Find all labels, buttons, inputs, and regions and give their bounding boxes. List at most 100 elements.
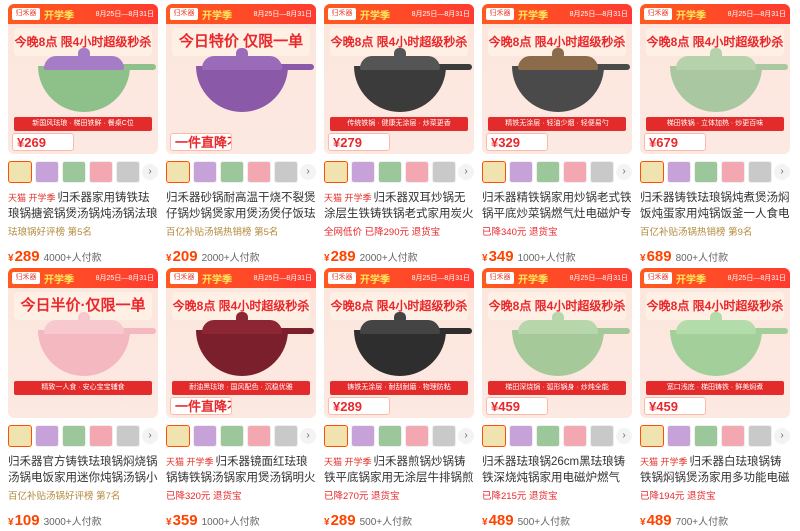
product-card[interactable]: 归禾器 开学季 8月25日—8月31日 今晚8点 限4小时超级秒杀 铸铁无涂层 · 耐刮… — [324, 268, 474, 530]
swatch-thumbnail[interactable] — [640, 425, 664, 447]
swatch-thumbnail[interactable] — [432, 425, 456, 447]
swatch-thumbnail[interactable] — [694, 161, 718, 183]
brand-logo: 归禾器 — [644, 272, 672, 284]
swatch-thumbnail[interactable] — [247, 161, 271, 183]
swatch-thumbnail[interactable] — [35, 161, 59, 183]
swatch-thumbnail[interactable] — [116, 161, 140, 183]
swatch-thumbnail[interactable] — [536, 161, 560, 183]
product-card[interactable]: 归禾器 开学季 8月25日—8月31日 今晚8点 限4小时超级秒杀 梯田深烧锅 · 弧形… — [482, 268, 632, 530]
swatch-thumbnail[interactable] — [324, 161, 348, 183]
swatch-thumbnail[interactable] — [378, 425, 402, 447]
swatch-thumbnail[interactable] — [590, 425, 614, 447]
product-title-text[interactable]: 归禾器铸铁珐琅锅炖煮煲汤焖饭炖蛋家用炖锅饭釜一人食电磁炉 — [640, 192, 790, 222]
swatch-thumbnail[interactable] — [509, 425, 533, 447]
chevron-right-icon[interactable]: › — [774, 428, 790, 444]
chevron-right-icon[interactable]: › — [616, 428, 632, 444]
swatch-thumbnail[interactable] — [563, 425, 587, 447]
swatch-thumbnail[interactable] — [8, 161, 32, 183]
swatch-thumbnail[interactable] — [667, 425, 691, 447]
product-card[interactable]: 归禾器 开学季 8月25日—8月31日 今晚8点 限4小时超级秒杀 精铁无涂层 · 轻油… — [482, 4, 632, 266]
product-card[interactable]: 归禾器 开学季 8月25日—8月31日 今晚8点 限4小时超级秒杀 梯田铁锅 · 立体加… — [640, 4, 790, 266]
swatch-thumbnail[interactable] — [509, 161, 533, 183]
product-title[interactable]: 天猫 开学季归禾器镜面红珐琅锅铸铁锅汤锅家用煲汤锅明火电磁 — [166, 454, 318, 486]
swatch-thumbnail[interactable] — [351, 161, 375, 183]
product-title[interactable]: 归禾器铸铁珐琅锅炖煮煲汤焖饭炖蛋家用炖锅饭釜一人食电磁炉 — [640, 190, 792, 222]
product-title-text[interactable]: 归禾器砂锅耐高温干烧不裂煲仔锅炒锅煲家用煲汤煲仔饭珐琅锅 — [166, 192, 316, 222]
chevron-right-icon[interactable]: › — [458, 428, 474, 444]
product-title[interactable]: 归禾器砂锅耐高温干烧不裂煲仔锅炒锅煲家用煲汤煲仔饭珐琅锅 — [166, 190, 318, 222]
swatch-thumbnail[interactable] — [166, 425, 190, 447]
swatch-thumbnail[interactable] — [640, 161, 664, 183]
chevron-right-icon[interactable]: › — [300, 428, 316, 444]
swatch-thumbnail[interactable] — [405, 161, 429, 183]
promo-banner: 归禾器 开学季 8月25日—8月31日 — [8, 268, 158, 288]
pot-body — [512, 330, 604, 376]
product-title[interactable]: 天猫 开学季归禾器双耳炒锅无涂层生铁铸铁锅老式家用炭火灶电 — [324, 190, 476, 222]
product-title-text[interactable]: 归禾器珐琅锅26cm黑珐琅铸铁深烧炖锅家用电磁炉燃气 — [482, 456, 625, 484]
swatch-thumbnail[interactable] — [8, 425, 32, 447]
swatch-thumbnail[interactable] — [62, 425, 86, 447]
swatch-thumbnail[interactable] — [351, 425, 375, 447]
swatch-thumbnail[interactable] — [166, 161, 190, 183]
product-title[interactable]: 归禾器官方铸铁珐琅锅焖烧锅汤锅电饭家用迷你炖锅汤锅小号一 — [8, 454, 160, 486]
chevron-right-icon[interactable]: › — [616, 164, 632, 180]
swatch-thumbnail[interactable] — [667, 161, 691, 183]
swatch-thumbnail[interactable] — [116, 425, 140, 447]
product-card[interactable]: 归禾器 开学季 8月25日—8月31日 今日半价·仅限一单 精致一人食 · 安心宝宝辅食… — [8, 268, 158, 530]
product-image[interactable]: 归禾器 开学季 8月25日—8月31日 今晚8点 限4小时超级秒杀 铸铁无涂层 · 耐刮… — [324, 268, 474, 418]
swatch-thumbnail[interactable] — [274, 161, 298, 183]
swatch-thumbnail[interactable] — [35, 425, 59, 447]
swatch-thumbnail[interactable] — [536, 425, 560, 447]
chevron-right-icon[interactable]: › — [142, 164, 158, 180]
swatch-thumbnail[interactable] — [89, 161, 113, 183]
product-image[interactable]: 归禾器 开学季 8月25日—8月31日 今晚8点 限4小时超级秒杀 耐油黑珐琅 · 国风… — [166, 268, 316, 418]
product-image[interactable]: 归禾器开学季8月25日—8月31日今日特价 仅限一单一件直降不凑单 — [166, 4, 316, 154]
swatch-thumbnail[interactable] — [378, 161, 402, 183]
swatch-thumbnail[interactable] — [274, 425, 298, 447]
product-title[interactable]: 天猫 开学季归禾器煎锅炒锅铸铁平底锅家用无涂层牛排锅煎蛋锅 — [324, 454, 476, 486]
swatch-thumbnail[interactable] — [432, 161, 456, 183]
chevron-right-icon[interactable]: › — [458, 164, 474, 180]
product-card[interactable]: 归禾器 开学季 8月25日—8月31日 今晚8点 限4小时超级秒杀 新国风珐琅 · 梯田… — [8, 4, 158, 266]
product-title[interactable]: 归禾器精铁锅家用炒锅老式铁锅平底炒菜锅燃气灶电磁炉专 — [482, 190, 634, 222]
chevron-right-icon[interactable]: › — [300, 164, 316, 180]
product-image[interactable]: 归禾器 开学季 8月25日—8月31日 今日半价·仅限一单 精致一人食 · 安心宝宝辅食 — [8, 268, 158, 418]
product-title[interactable]: 天猫 开学季归禾器家用铸铁珐琅锅搪瓷锅煲汤锅炖汤锅法琅锅 — [8, 190, 160, 222]
pot-lid — [360, 320, 440, 334]
product-title-text[interactable]: 归禾器官方铸铁珐琅锅焖烧锅汤锅电饭家用迷你炖锅汤锅小号一 — [8, 456, 158, 486]
swatch-thumbnail[interactable] — [694, 425, 718, 447]
product-image[interactable]: 归禾器 开学季 8月25日—8月31日 今晚8点 限4小时超级秒杀 精铁无涂层 · 轻油… — [482, 4, 632, 154]
product-image[interactable]: 归禾器 开学季 8月25日—8月31日 今晚8点 限4小时超级秒杀 新国风珐琅 · 梯田… — [8, 4, 158, 154]
swatch-thumbnail[interactable] — [193, 161, 217, 183]
product-card[interactable]: 归禾器 开学季 8月25日—8月31日 今晚8点 限4小时超级秒杀 宽口浅底 · 梯田铸… — [640, 268, 790, 530]
chevron-right-icon[interactable]: › — [774, 164, 790, 180]
swatch-thumbnail[interactable] — [247, 425, 271, 447]
swatch-thumbnail[interactable] — [563, 161, 587, 183]
swatch-thumbnail[interactable] — [721, 425, 745, 447]
swatch-thumbnail[interactable] — [220, 425, 244, 447]
product-image[interactable]: 归禾器 开学季 8月25日—8月31日 今晚8点 限4小时超级秒杀 传统铁锅 · 健康无… — [324, 4, 474, 154]
swatch-thumbnail[interactable] — [482, 425, 506, 447]
product-card[interactable]: 归禾器 开学季 8月25日—8月31日 今晚8点 限4小时超级秒杀 传统铁锅 · 健康无… — [324, 4, 474, 266]
swatch-thumbnail[interactable] — [482, 161, 506, 183]
swatch-thumbnail[interactable] — [193, 425, 217, 447]
swatch-thumbnail[interactable] — [89, 425, 113, 447]
swatch-thumbnail[interactable] — [62, 161, 86, 183]
swatch-thumbnail[interactable] — [324, 425, 348, 447]
product-image[interactable]: 归禾器 开学季 8月25日—8月31日 今晚8点 限4小时超级秒杀 梯田铁锅 · 立体加… — [640, 4, 790, 154]
swatch-thumbnail[interactable] — [405, 425, 429, 447]
product-title[interactable]: 归禾器珐琅锅26cm黑珐琅铸铁深烧炖锅家用电磁炉燃气 — [482, 454, 634, 486]
product-image[interactable]: 归禾器 开学季 8月25日—8月31日 今晚8点 限4小时超级秒杀 宽口浅底 · 梯田铸… — [640, 268, 790, 418]
swatch-thumbnail[interactable] — [748, 161, 772, 183]
product-card[interactable]: 归禾器 开学季 8月25日—8月31日 今晚8点 限4小时超级秒杀 耐油黑珐琅 · 国风… — [166, 268, 316, 530]
swatch-thumbnail[interactable] — [220, 161, 244, 183]
swatch-thumbnail[interactable] — [590, 161, 614, 183]
chevron-right-icon[interactable]: › — [142, 428, 158, 444]
swatch-thumbnail[interactable] — [721, 161, 745, 183]
product-image[interactable]: 归禾器 开学季 8月25日—8月31日 今晚8点 限4小时超级秒杀 梯田深烧锅 · 弧形… — [482, 268, 632, 418]
product-card[interactable]: 归禾器开学季8月25日—8月31日今日特价 仅限一单一件直降不凑单 › 归禾器砂锅耐… — [166, 4, 316, 266]
product-title[interactable]: 天猫 开学季归禾器白珐琅锅铸铁锅焖锅煲汤家用多功能电磁炉锅 — [640, 454, 792, 486]
product-title-text[interactable]: 归禾器精铁锅家用炒锅老式铁锅平底炒菜锅燃气灶电磁炉专 — [482, 192, 632, 220]
feature-strip: 精铁无涂层 · 轻油少烟 · 轻便易勺 — [488, 117, 626, 131]
swatch-thumbnail[interactable] — [748, 425, 772, 447]
